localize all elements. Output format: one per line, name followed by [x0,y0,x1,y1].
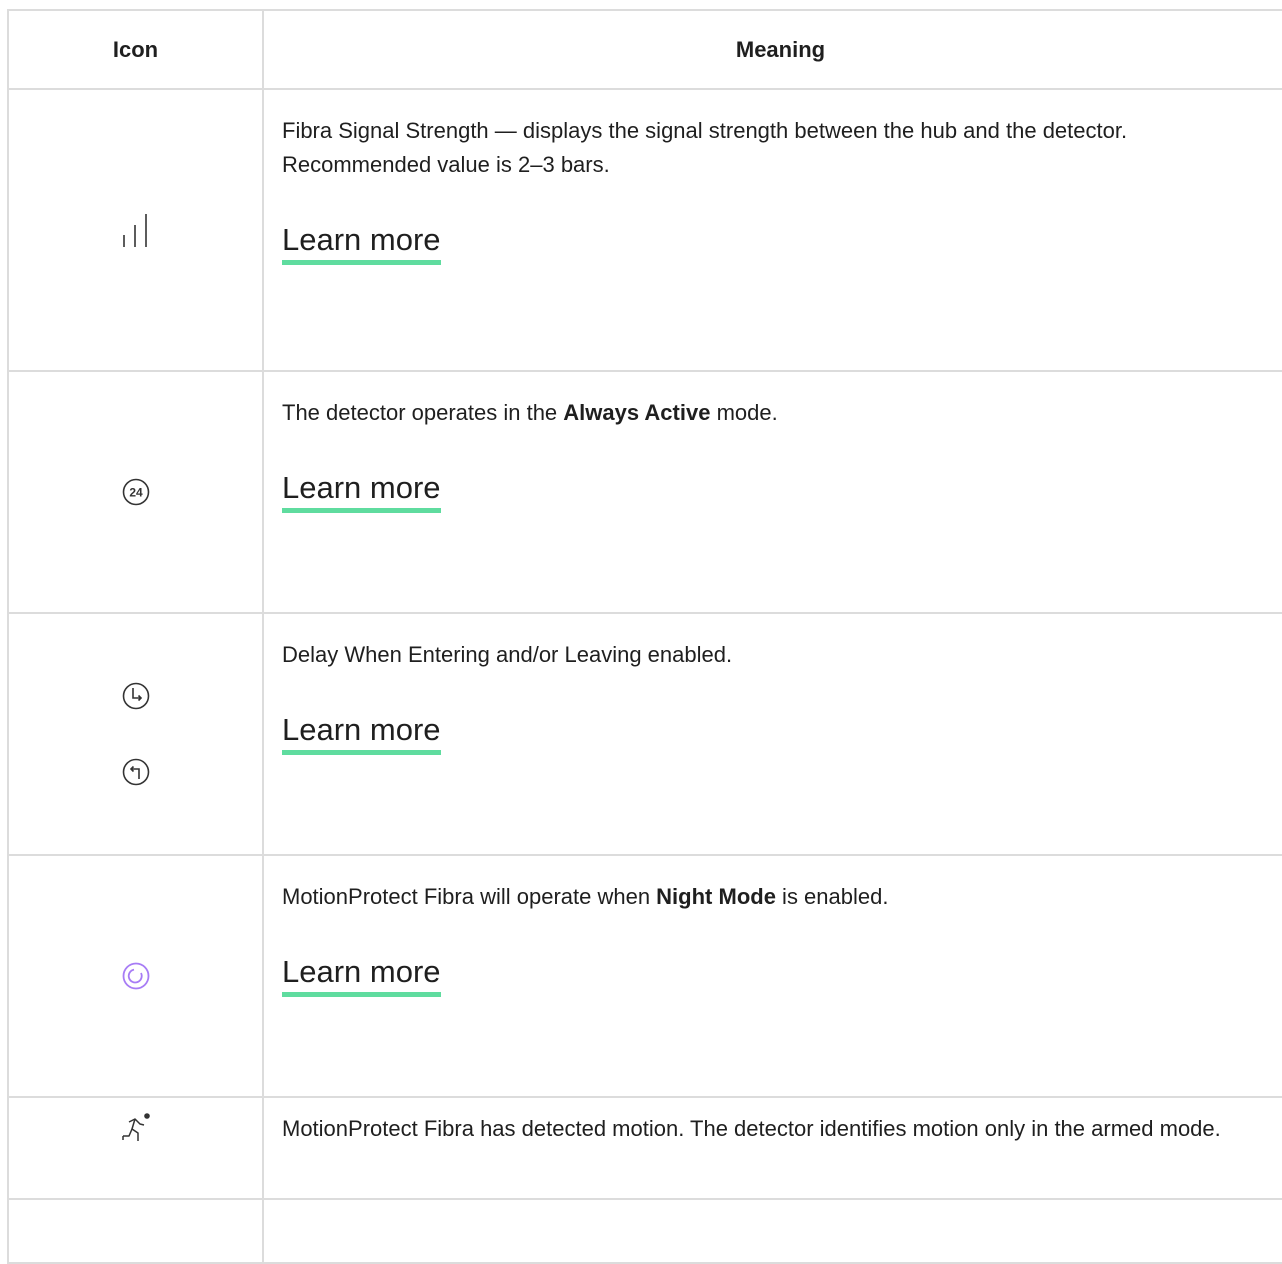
signal-strength-icon [119,214,153,247]
learn-more-link[interactable]: Learn more [282,220,441,265]
icon-cell [7,88,264,372]
emphasis: Night Mode [656,884,776,909]
table-row: 24 The detector operates in the Always A… [7,370,1282,614]
description: MotionProtect Fibra has detected motion.… [282,1116,1221,1141]
header-icon: Icon [7,9,264,90]
svg-text:24: 24 [129,486,143,500]
learn-more-link[interactable]: Learn more [282,710,441,755]
description: The detector operates in the Always Acti… [282,400,778,425]
meaning-cell: Delay When Entering and/or Leaving enabl… [262,612,1282,856]
meaning-cell: MotionProtect Fibra will operate when Ni… [262,854,1282,1098]
icon-cell [7,854,264,1098]
description: Fibra Signal Strength — displays the sig… [282,118,1128,177]
header-meaning: Meaning [262,9,1282,90]
icon-cell [7,1096,264,1200]
meaning-cell: The detector operates in the Always Acti… [262,370,1282,614]
description: Delay When Entering and/or Leaving enabl… [282,642,733,667]
table-row: MotionProtect Fibra will operate when Ni… [7,854,1282,1098]
table-row: MotionProtect Fibra has detected motion.… [7,1096,1282,1200]
icon-cell [7,1198,264,1264]
delay-leaving-icon [122,758,150,786]
table-row: Fibra Signal Strength — displays the sig… [7,88,1282,372]
icons-table: Icon Meaning Fibra Signal Strength — dis… [7,9,1282,1264]
delay-entering-icon [122,682,150,710]
night-mode-icon [122,962,150,990]
motion-detected-icon [120,1113,152,1141]
table-row [7,1198,1282,1264]
description: MotionProtect Fibra will operate when Ni… [282,884,889,909]
table-row: Delay When Entering and/or Leaving enabl… [7,612,1282,856]
emphasis: Always Active [563,400,711,425]
icon-cell: 24 [7,370,264,614]
table-header-row: Icon Meaning [7,9,1282,90]
learn-more-link[interactable]: Learn more [282,952,441,997]
learn-more-link[interactable]: Learn more [282,468,441,513]
meaning-cell [262,1198,1282,1264]
always-active-24-icon: 24 [122,478,150,506]
meaning-cell: MotionProtect Fibra has detected motion.… [262,1096,1282,1200]
icon-cell [7,612,264,856]
meaning-cell: Fibra Signal Strength — displays the sig… [262,88,1282,372]
